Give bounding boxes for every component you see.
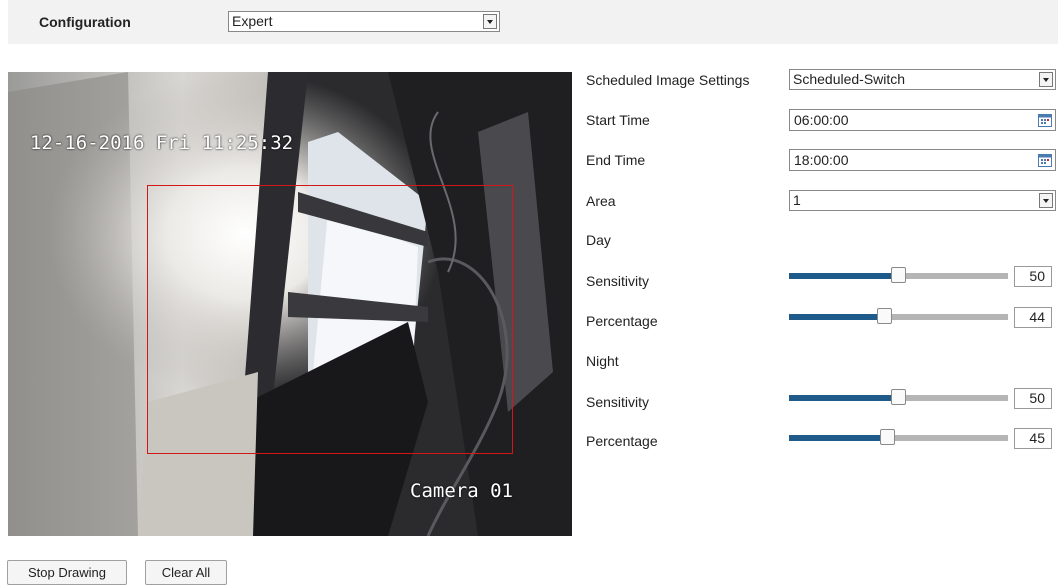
schedule-select-value: Scheduled-Switch: [793, 71, 906, 87]
slider-thumb[interactable]: [877, 308, 893, 324]
schedule-select[interactable]: Scheduled-Switch: [789, 69, 1056, 90]
night-percentage-slider[interactable]: [789, 429, 1008, 445]
start-time-value: 06:00:00: [794, 112, 849, 128]
day-percentage-value[interactable]: 44: [1014, 307, 1052, 328]
stop-drawing-button[interactable]: Stop Drawing: [7, 560, 127, 585]
start-time-field[interactable]: 06:00:00: [789, 109, 1056, 131]
clear-all-button[interactable]: Clear All: [145, 560, 227, 585]
night-sensitivity-value[interactable]: 50: [1014, 388, 1052, 409]
day-heading: Day: [586, 232, 611, 248]
day-percentage-slider[interactable]: [789, 308, 1008, 324]
end-time-label: End Time: [586, 152, 646, 168]
day-sensitivity-value[interactable]: 50: [1014, 266, 1052, 287]
calendar-icon[interactable]: [1038, 153, 1052, 167]
mode-select-value: Expert: [232, 13, 273, 29]
night-percentage-value[interactable]: 45: [1014, 428, 1052, 449]
configuration-bar: Configuration: [8, 0, 1058, 44]
area-select[interactable]: 1: [789, 190, 1056, 211]
slider-thumb[interactable]: [890, 267, 906, 283]
slider-thumb[interactable]: [890, 389, 906, 405]
area-select-value: 1: [793, 192, 801, 208]
end-time-field[interactable]: 18:00:00: [789, 149, 1056, 171]
night-sensitivity-slider[interactable]: [789, 389, 1008, 405]
day-sensitivity-label: Sensitivity: [586, 273, 650, 289]
detection-area-rectangle[interactable]: [147, 185, 513, 454]
schedule-label: Scheduled Image Settings: [586, 72, 750, 88]
slider-thumb[interactable]: [879, 429, 895, 445]
night-heading: Night: [586, 353, 619, 369]
configuration-label: Configuration: [39, 14, 131, 30]
video-timestamp: 12-16-2016 Fri 11:25:32: [30, 132, 294, 154]
chevron-down-icon[interactable]: [1039, 193, 1053, 208]
slider-fill: [789, 314, 886, 320]
day-percentage-label: Percentage: [586, 313, 658, 329]
night-sensitivity-label: Sensitivity: [586, 394, 650, 410]
chevron-down-icon[interactable]: [483, 14, 497, 29]
slider-fill: [789, 435, 888, 441]
chevron-down-icon[interactable]: [1039, 72, 1053, 87]
calendar-icon[interactable]: [1038, 113, 1052, 127]
area-label: Area: [586, 193, 616, 209]
end-time-value: 18:00:00: [794, 152, 849, 168]
day-sensitivity-slider[interactable]: [789, 267, 1008, 283]
camera-name-overlay: Camera 01: [410, 480, 513, 502]
slider-fill: [789, 395, 899, 401]
slider-fill: [789, 273, 899, 279]
mode-select[interactable]: Expert: [228, 11, 500, 32]
night-percentage-label: Percentage: [586, 433, 658, 449]
start-time-label: Start Time: [586, 112, 650, 128]
video-preview[interactable]: 12-16-2016 Fri 11:25:32 Camera 01: [8, 72, 572, 536]
